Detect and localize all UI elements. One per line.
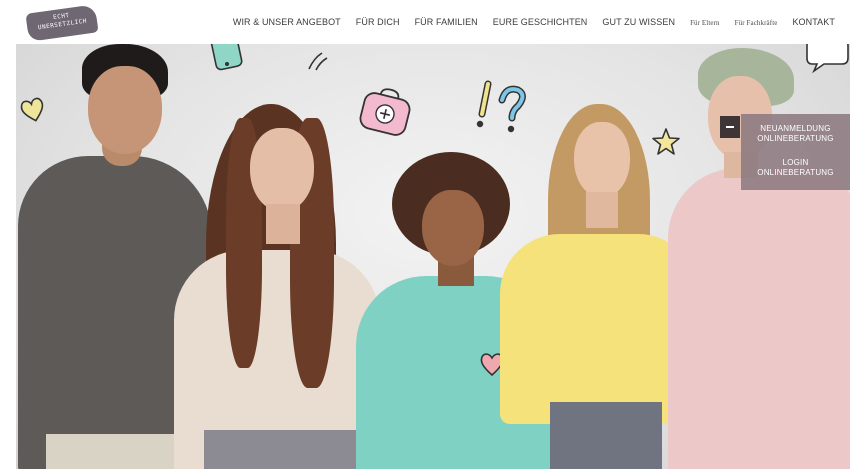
nav-item-fuer-dich[interactable]: FÜR DICH (356, 17, 400, 27)
nav-item-fuer-fachkraefte[interactable]: Für Fachkräfte (735, 19, 778, 27)
nav-item-gut-zu-wissen[interactable]: GUT ZU WISSEN (602, 17, 675, 27)
login-line-2: ONLINEBERATUNG (757, 168, 834, 177)
nav-item-eure-geschichten[interactable]: EURE GESCHICHTEN (493, 17, 588, 27)
new-registration-link[interactable]: NEUANMELDUNG ONLINEBERATUNG (741, 114, 850, 144)
page: ECHT UNERSETZLICH WIR & UNSER ANGEBOT FÜ… (0, 0, 850, 469)
site-logo[interactable]: ECHT UNERSETZLICH (25, 4, 99, 42)
new-registration-line-1: NEUANMELDUNG (760, 124, 831, 133)
side-panel-toggle[interactable] (720, 116, 740, 138)
face (574, 122, 630, 198)
main-navigation: WIR & UNSER ANGEBOT FÜR DICH FÜR FAMILIE… (233, 17, 835, 27)
online-counselling-panel: NEUANMELDUNG ONLINEBERATUNG LOGIN ONLINE… (741, 114, 850, 190)
pink-hoodie (668, 168, 850, 469)
nav-item-wir-unser-angebot[interactable]: WIR & UNSER ANGEBOT (233, 17, 341, 27)
hero-image (16, 44, 850, 469)
jeans (550, 402, 662, 469)
patterned-skirt (204, 430, 356, 469)
face (250, 128, 314, 212)
login-link[interactable]: LOGIN ONLINEBERATUNG (741, 144, 850, 178)
neck (266, 204, 300, 244)
neck (586, 192, 618, 228)
new-registration-line-2: ONLINEBERATUNG (757, 134, 834, 143)
site-header: ECHT UNERSETZLICH WIR & UNSER ANGEBOT FÜ… (0, 0, 850, 44)
face (88, 66, 162, 154)
nav-item-kontakt[interactable]: KONTAKT (792, 17, 835, 27)
person-teen-pink-hoodie (656, 44, 850, 469)
speed-lines-icon (308, 52, 328, 71)
nav-item-fuer-familien[interactable]: FÜR FAMILIEN (415, 17, 478, 27)
face (422, 190, 484, 266)
minus-icon (726, 126, 734, 128)
light-pants (46, 434, 176, 469)
login-line-1: LOGIN (782, 158, 809, 167)
nav-item-fuer-eltern[interactable]: Für Eltern (690, 19, 720, 27)
